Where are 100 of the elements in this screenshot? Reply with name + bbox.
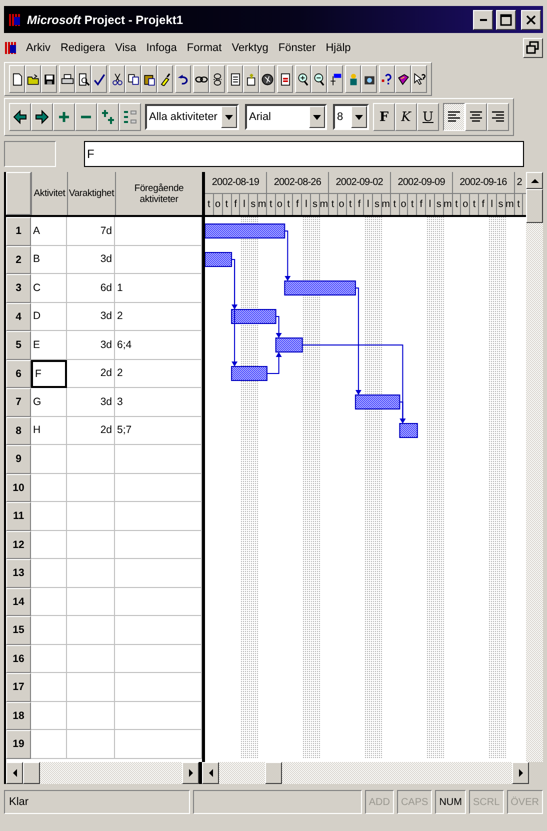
key-indicator: ADD: [364, 790, 394, 814]
table-cell: 3d: [67, 302, 115, 331]
text-style-button[interactable]: F: [373, 103, 395, 131]
table-cell: 3: [115, 388, 202, 416]
menu-item[interactable]: Visa: [111, 40, 140, 56]
table-cell: 5;7: [115, 416, 202, 445]
day-header: s: [249, 194, 258, 215]
table-cell: B: [31, 246, 67, 274]
table-cell: 3d: [67, 246, 115, 274]
row-number[interactable]: 6: [6, 360, 31, 388]
day-header: t: [328, 194, 338, 215]
column-header[interactable]: Aktivitet: [31, 172, 67, 215]
menu-item[interactable]: Hjälp: [322, 40, 355, 56]
window-title: Microsoft Project - Projekt1: [27, 12, 184, 26]
day-header: t: [222, 194, 232, 215]
day-header: s: [434, 194, 444, 215]
key-indicator: CAPS: [396, 790, 432, 814]
key-indicator: SCRL: [468, 790, 504, 814]
day-header: f: [293, 194, 302, 215]
day-header: l: [240, 194, 250, 215]
week-header: 2002-09-16: [452, 172, 515, 193]
table-cell: 3d: [67, 331, 115, 360]
day-header: s: [311, 194, 320, 215]
day-header: f: [232, 194, 240, 215]
font-size-dropdown[interactable]: 8: [333, 104, 369, 130]
day-header: o: [338, 194, 346, 215]
day-header: t: [452, 194, 462, 215]
day-header: t: [284, 194, 294, 215]
day-header: l: [426, 194, 435, 215]
menu-item[interactable]: Redigera: [56, 40, 110, 56]
column-header[interactable]: Föregående aktiviteter: [115, 172, 202, 215]
table-cell: 2: [115, 360, 202, 388]
row-number[interactable]: 15: [6, 616, 31, 644]
font-size-value: 8: [336, 110, 344, 125]
row-number[interactable]: 9: [6, 445, 31, 474]
row-number[interactable]: 16: [6, 644, 31, 673]
row-number[interactable]: 11: [6, 502, 31, 530]
text-style-button[interactable]: U: [417, 103, 439, 131]
row-number[interactable]: 18: [6, 702, 31, 730]
column-header[interactable]: Varaktighet: [67, 172, 115, 215]
table-cell: 6d: [67, 274, 115, 302]
entry-field[interactable]: F: [84, 141, 524, 167]
day-header: o: [214, 194, 223, 215]
table-cell: F: [31, 360, 67, 388]
table-cell: 7d: [67, 217, 115, 246]
day-header: t: [390, 194, 400, 215]
row-number[interactable]: 3: [6, 274, 31, 302]
filter-dropdown[interactable]: Alla aktiviteter: [145, 104, 239, 130]
day-header: t: [514, 194, 524, 215]
font-dropdown[interactable]: Arial: [245, 104, 327, 130]
menu-item[interactable]: Arkiv: [22, 40, 54, 56]
row-number[interactable]: 19: [6, 730, 31, 758]
row-number[interactable]: 4: [6, 302, 31, 331]
week-header: 2002-08-26: [266, 172, 329, 193]
table-cell: A: [31, 217, 67, 246]
day-header: o: [461, 194, 470, 215]
key-indicator: NUM: [435, 790, 466, 814]
key-indicator: ÖVER: [506, 790, 543, 814]
row-number[interactable]: 14: [6, 588, 31, 616]
text-style-button[interactable]: K: [395, 103, 417, 131]
day-header: s: [496, 194, 506, 215]
table-cell: E: [31, 331, 67, 360]
menu-item[interactable]: Format: [182, 40, 226, 56]
week-header: 2002-09-02: [328, 172, 391, 193]
day-header: m: [506, 194, 515, 215]
day-header: m: [382, 194, 391, 215]
menu-item[interactable]: Fönster: [274, 40, 320, 56]
row-number[interactable]: 17: [6, 673, 31, 702]
table-cell: G: [31, 388, 67, 416]
table-cell: H: [31, 416, 67, 445]
table-cell: 2d: [67, 416, 115, 445]
table-cell: C: [31, 274, 67, 302]
row-number[interactable]: 1: [6, 217, 31, 246]
week-header: 2002-09-09: [390, 172, 453, 193]
status-message: Klar: [4, 790, 190, 814]
table-cell: D: [31, 302, 67, 331]
day-header: t: [470, 194, 480, 215]
week-header: 2: [516, 176, 523, 190]
day-header: l: [302, 194, 312, 215]
day-header: t: [205, 194, 214, 215]
day-header: f: [417, 194, 426, 215]
row-number[interactable]: 13: [6, 559, 31, 588]
week-header: 2002-08-19: [205, 172, 267, 193]
menu-item[interactable]: Infoga: [142, 40, 181, 56]
row-number[interactable]: 2: [6, 246, 31, 274]
day-header: o: [400, 194, 408, 215]
table-cell: 2: [115, 302, 202, 331]
day-header: t: [408, 194, 418, 215]
row-number[interactable]: 5: [6, 331, 31, 360]
row-number[interactable]: 12: [6, 530, 31, 559]
menu-item[interactable]: Verktyg: [228, 40, 272, 56]
row-number[interactable]: 10: [6, 474, 31, 502]
row-number[interactable]: 7: [6, 388, 31, 416]
row-number[interactable]: 8: [6, 416, 31, 445]
day-header: t: [266, 194, 276, 215]
day-header: l: [364, 194, 374, 215]
font-value: Arial: [248, 110, 272, 125]
day-header: s: [373, 194, 382, 215]
table-cell: 6;4: [115, 331, 202, 360]
day-header: m: [444, 194, 453, 215]
